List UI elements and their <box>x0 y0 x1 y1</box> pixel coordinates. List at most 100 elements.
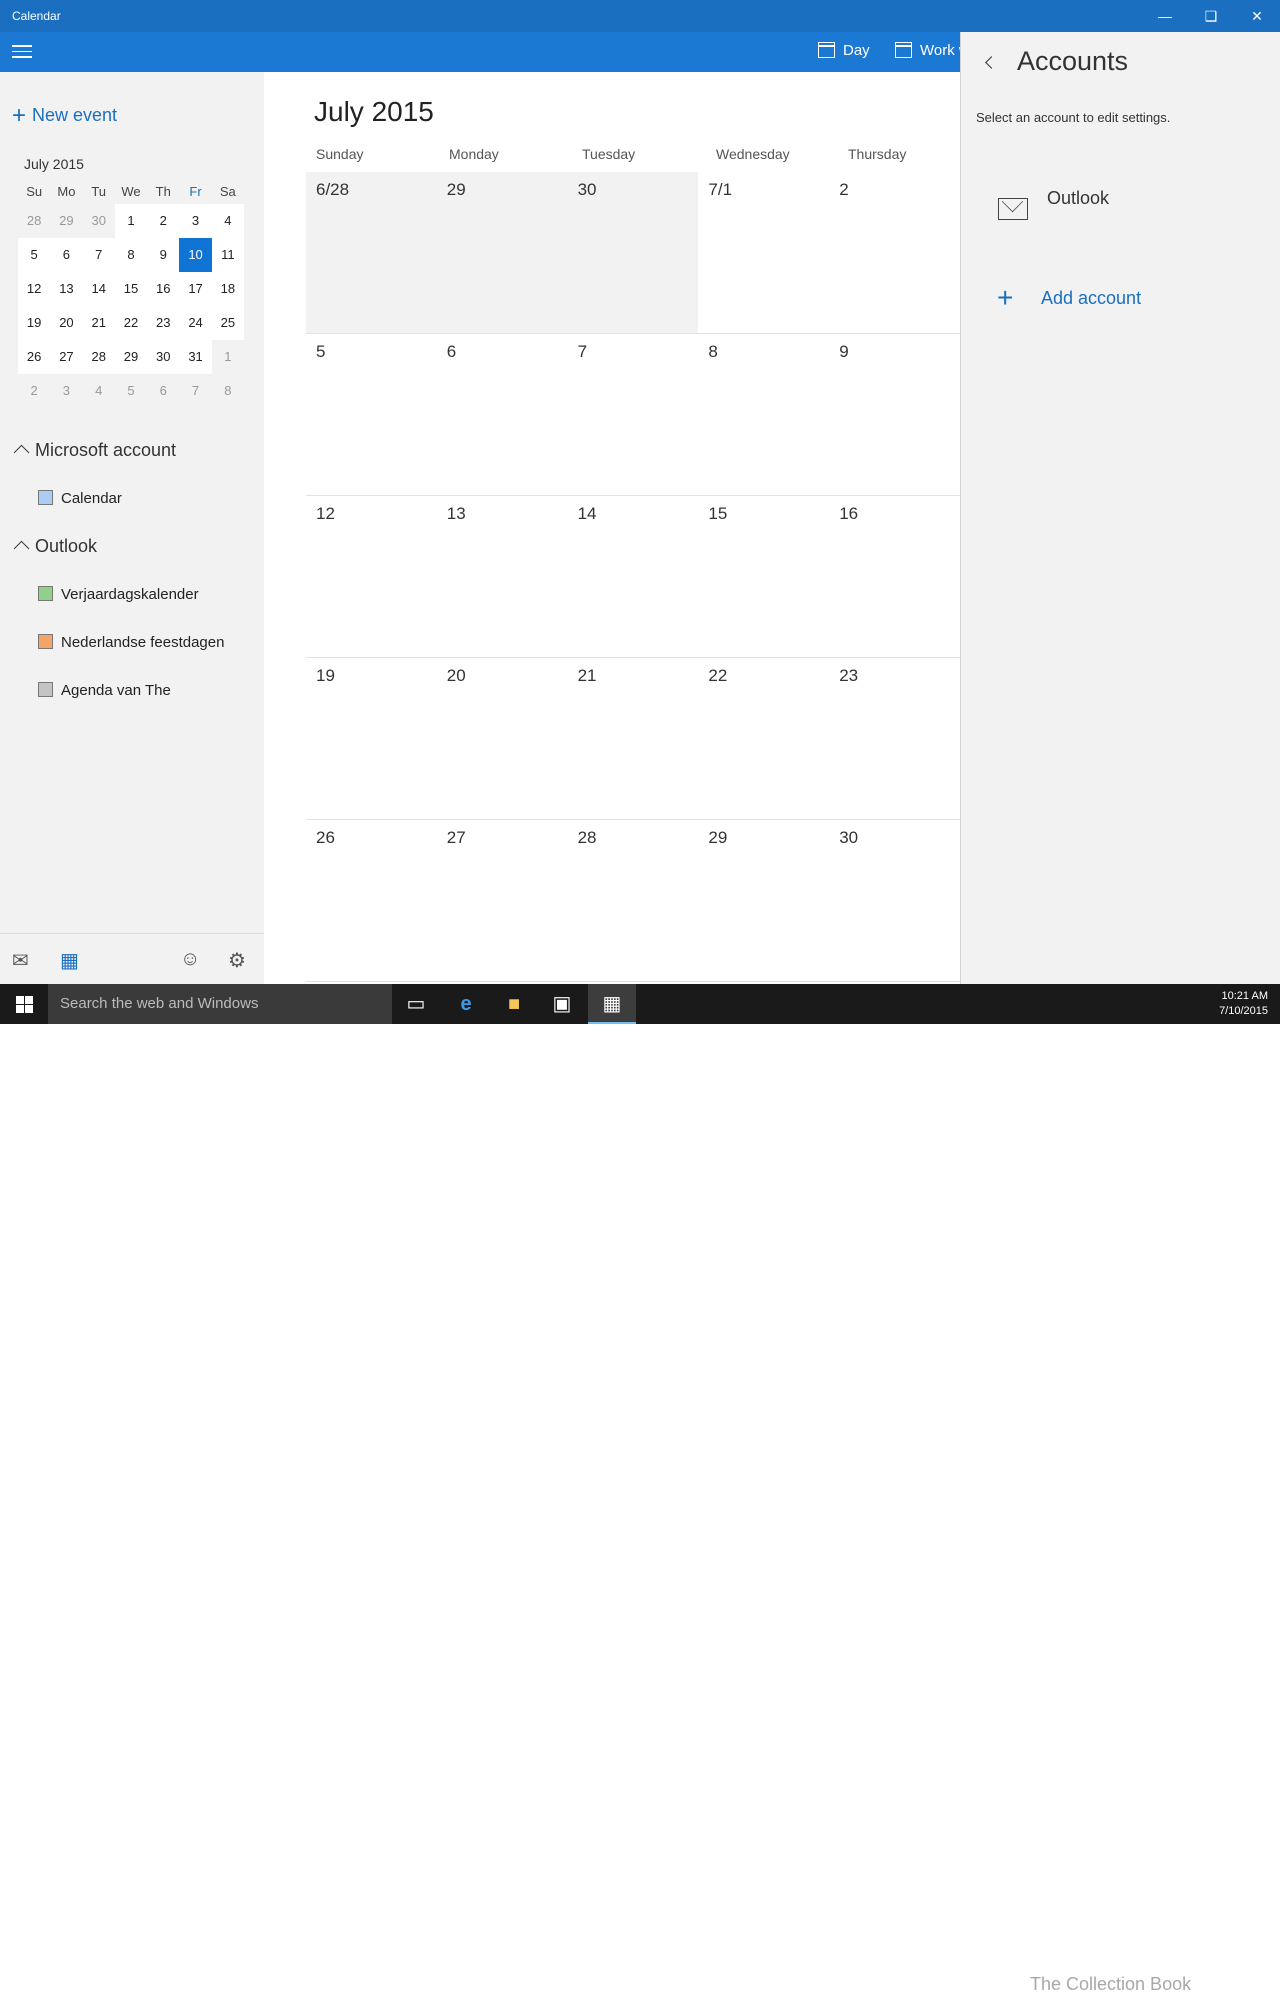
mini-day[interactable]: 6 <box>147 374 180 408</box>
day-cell[interactable]: 30 <box>829 820 960 981</box>
group-header-outlook[interactable]: Outlook <box>12 536 97 557</box>
mini-day[interactable]: 1 <box>114 204 148 238</box>
mini-calendar-title[interactable]: July 2015 <box>24 156 84 172</box>
mini-day[interactable]: 21 <box>82 306 115 340</box>
new-event-button[interactable]: + New event <box>12 102 117 130</box>
file-explorer-icon[interactable]: ■ <box>490 984 538 1024</box>
day-cell[interactable]: 26 <box>306 820 437 981</box>
day-cell[interactable]: 9 <box>829 334 960 495</box>
calendar-icon[interactable]: ▦ <box>60 948 79 973</box>
day-cell[interactable]: 13 <box>437 496 568 657</box>
mini-day[interactable]: 30 <box>82 204 115 238</box>
day-cell[interactable]: 29 <box>436 172 568 333</box>
mini-day[interactable]: 24 <box>179 306 212 340</box>
day-cell[interactable]: 19 <box>306 658 437 819</box>
mini-day[interactable]: 2 <box>147 204 180 238</box>
day-cell[interactable]: 29 <box>698 820 829 981</box>
day-cell[interactable]: 16 <box>829 496 960 657</box>
work-week-view-button[interactable]: Work w <box>895 42 960 59</box>
mini-day[interactable]: 29 <box>114 340 148 374</box>
restore-button[interactable]: ❑ <box>1188 0 1234 32</box>
calendar-color-swatch[interactable] <box>38 490 53 505</box>
mini-day[interactable]: 7 <box>82 238 115 272</box>
mini-day[interactable]: 2 <box>18 374 51 408</box>
calendar-color-swatch[interactable] <box>38 682 53 697</box>
calendar-color-swatch[interactable] <box>38 634 53 649</box>
day-view-button[interactable]: Day <box>818 42 870 59</box>
mini-day[interactable]: 12 <box>18 272 51 306</box>
mini-day[interactable]: 17 <box>179 272 212 306</box>
mini-day[interactable]: 9 <box>147 238 180 272</box>
mail-envelope-icon[interactable] <box>998 198 1028 220</box>
feedback-smiley-icon[interactable]: ☺ <box>180 948 200 971</box>
account-outlook[interactable]: Outlook <box>1047 188 1109 209</box>
mini-day[interactable]: 8 <box>114 238 148 272</box>
store-icon[interactable]: ▣ <box>538 984 586 1024</box>
group-header-microsoft-account[interactable]: Microsoft account <box>12 440 176 461</box>
mail-icon[interactable]: ✉ <box>12 948 29 973</box>
day-cell[interactable]: 7 <box>568 334 699 495</box>
day-cell[interactable]: 12 <box>306 496 437 657</box>
add-account-button[interactable]: Add account <box>1041 288 1141 309</box>
calendar-color-swatch[interactable] <box>38 586 53 601</box>
calendar-item-verjaardagskalender[interactable]: Verjaardagskalender <box>38 586 199 603</box>
hamburger-menu-icon[interactable] <box>12 45 32 59</box>
task-view-icon[interactable]: ▭ <box>392 984 440 1024</box>
mini-day[interactable]: 29 <box>50 204 83 238</box>
mini-day[interactable]: 4 <box>211 204 244 238</box>
day-cell[interactable]: 6/28 <box>306 172 437 333</box>
mini-day[interactable]: 3 <box>179 204 212 238</box>
mini-day[interactable]: 20 <box>50 306 83 340</box>
day-cell[interactable]: 2 <box>829 172 960 333</box>
calendar-item-nederlandse-feestdagen[interactable]: Nederlandse feestdagen <box>38 634 224 651</box>
add-plus-icon[interactable]: + <box>997 282 1013 314</box>
mini-day[interactable]: 3 <box>50 374 83 408</box>
mini-day[interactable]: 15 <box>114 272 148 306</box>
day-cell[interactable]: 8 <box>698 334 829 495</box>
mini-day[interactable]: 13 <box>50 272 83 306</box>
mini-day[interactable]: 26 <box>18 340 51 374</box>
mini-day[interactable]: 11 <box>211 238 244 272</box>
day-cell[interactable]: 15 <box>698 496 829 657</box>
mini-day[interactable]: 7 <box>179 374 212 408</box>
mini-day[interactable]: 18 <box>211 272 244 306</box>
mini-day[interactable]: 14 <box>82 272 115 306</box>
mini-day[interactable]: 31 <box>179 340 212 374</box>
day-cell[interactable]: 28 <box>568 820 699 981</box>
back-chevron-icon[interactable] <box>985 56 998 69</box>
day-cell[interactable]: 6 <box>437 334 568 495</box>
calendar-item-agenda-van-the[interactable]: Agenda van The <box>38 682 171 699</box>
day-cell[interactable]: 27 <box>437 820 568 981</box>
day-cell[interactable]: 20 <box>437 658 568 819</box>
mini-day[interactable]: 1 <box>211 340 244 374</box>
clock[interactable]: 10:21 AM 7/10/2015 <box>1219 989 1268 1019</box>
day-cell[interactable]: 21 <box>568 658 699 819</box>
calendar-app-icon[interactable]: ▦ <box>588 984 636 1024</box>
mini-day[interactable]: 28 <box>82 340 115 374</box>
day-cell[interactable]: 30 <box>567 172 699 333</box>
mini-day[interactable]: 5 <box>18 238 51 272</box>
mini-day[interactable]: 16 <box>147 272 180 306</box>
mini-day[interactable]: 22 <box>114 306 148 340</box>
mini-day[interactable]: 6 <box>50 238 83 272</box>
taskbar-search-input[interactable]: Search the web and Windows <box>48 984 392 1024</box>
day-cell[interactable]: 22 <box>698 658 829 819</box>
mini-day[interactable]: 10 <box>179 238 212 272</box>
day-cell[interactable]: 5 <box>306 334 437 495</box>
close-button[interactable]: ✕ <box>1234 0 1280 32</box>
settings-gear-icon[interactable]: ⚙ <box>228 948 246 973</box>
mini-day[interactable]: 27 <box>50 340 83 374</box>
mini-day[interactable]: 25 <box>211 306 244 340</box>
day-cell[interactable]: 14 <box>568 496 699 657</box>
mini-day[interactable]: 8 <box>211 374 244 408</box>
mini-day[interactable]: 30 <box>147 340 180 374</box>
mini-day[interactable]: 19 <box>18 306 51 340</box>
edge-browser-icon[interactable]: e <box>442 984 490 1024</box>
minimize-button[interactable]: — <box>1142 0 1188 32</box>
start-windows-icon[interactable] <box>0 984 48 1024</box>
mini-day[interactable]: 23 <box>147 306 180 340</box>
mini-day[interactable]: 5 <box>114 374 148 408</box>
calendar-item-calendar[interactable]: Calendar <box>38 490 122 507</box>
mini-day[interactable]: 4 <box>82 374 115 408</box>
day-cell[interactable]: 23 <box>829 658 960 819</box>
